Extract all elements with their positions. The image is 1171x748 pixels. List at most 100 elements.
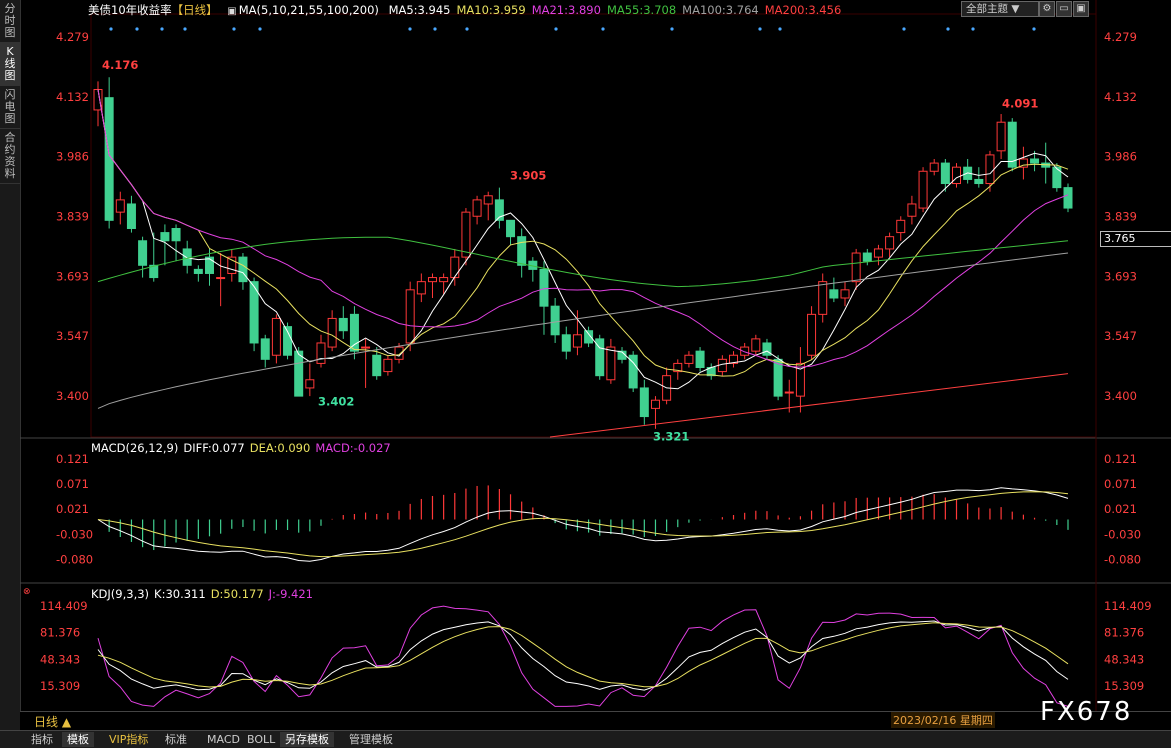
signal-dot bbox=[971, 27, 975, 31]
bottom-tab-2[interactable]: VIP指标 bbox=[104, 732, 153, 747]
candle-up bbox=[996, 121, 1006, 152]
macd-tick-left: -0.030 bbox=[56, 528, 93, 542]
signal-dot bbox=[232, 27, 236, 31]
macd-tick-right: 0.021 bbox=[1104, 502, 1137, 516]
signal-dot bbox=[1032, 27, 1036, 31]
candle-up bbox=[316, 342, 326, 364]
signal-dot bbox=[160, 27, 164, 31]
price-tick-left: 4.279 bbox=[56, 30, 89, 44]
kdj-tick-left: 81.376 bbox=[40, 626, 80, 640]
bottom-tab-3[interactable]: 标准 bbox=[160, 732, 192, 747]
bottom-tab-4[interactable]: MACD bbox=[202, 732, 245, 747]
instrument-title: 美债10年收益率 bbox=[88, 3, 172, 17]
macd-tick-right: 0.121 bbox=[1104, 452, 1137, 466]
ma10-line bbox=[97, 89, 1069, 377]
main-header: 美债10年收益率【日线】 ▣ MA(5,10,21,55,100,200) MA5… bbox=[88, 2, 853, 18]
candle-up bbox=[361, 346, 371, 349]
candle-down bbox=[171, 228, 181, 242]
ma-legend-icon: ▣ bbox=[227, 6, 237, 17]
kdj-close-icon[interactable]: ⊗ bbox=[23, 587, 31, 597]
ma-values: MA5:3.945 MA10:3.959 MA21:3.890 MA55:3.708 M… bbox=[389, 3, 848, 17]
kdj-d-line bbox=[97, 622, 1069, 688]
candle-up bbox=[840, 289, 850, 299]
candle-down bbox=[372, 354, 382, 377]
extreme-label: 4.176 bbox=[102, 58, 138, 72]
candle-down bbox=[182, 248, 192, 266]
candle-up bbox=[807, 313, 817, 356]
macd-tick-left: -0.080 bbox=[56, 553, 93, 567]
candle-down bbox=[550, 305, 560, 336]
candle-down bbox=[349, 313, 359, 352]
price-tick-left: 3.986 bbox=[56, 150, 89, 164]
bottom-tab-0[interactable]: 指标 bbox=[26, 732, 58, 747]
candle-up bbox=[439, 277, 449, 283]
signal-dot bbox=[601, 27, 605, 31]
price-tick-right: 3.693 bbox=[1104, 269, 1137, 283]
candle-down bbox=[294, 350, 304, 397]
price-tick-left: 3.547 bbox=[56, 329, 89, 343]
candle-up bbox=[216, 277, 226, 280]
kdj-header: ⊗ KDJ(9,3,3) K:30.311 D:50.177 J:-9.421 bbox=[23, 587, 313, 601]
ma-value-1: MA10:3.959 bbox=[456, 3, 526, 17]
macd-tick-left: 0.121 bbox=[56, 452, 89, 466]
extreme-label: 3.402 bbox=[318, 394, 354, 408]
extreme-label: 3.905 bbox=[510, 169, 546, 183]
candle-up bbox=[271, 317, 281, 356]
bottom-tab-7[interactable]: 管理模板 bbox=[344, 732, 398, 747]
macd-tick-left: 0.021 bbox=[56, 502, 89, 516]
ma-value-2: MA21:3.890 bbox=[531, 3, 601, 17]
signal-dot bbox=[135, 27, 139, 31]
candle-up bbox=[818, 281, 828, 315]
price-tick-left: 4.132 bbox=[56, 90, 89, 104]
bottom-tab-1[interactable]: 模板 bbox=[62, 732, 94, 747]
kdj-tick-left: 15.309 bbox=[40, 679, 80, 693]
minimize-icon[interactable]: ▭ bbox=[1056, 1, 1072, 17]
candle-up bbox=[461, 211, 471, 258]
period-label[interactable]: 日线 ▲ bbox=[34, 713, 71, 730]
candle-down bbox=[940, 162, 950, 185]
candle-down bbox=[1063, 187, 1073, 209]
macd-tick-right: -0.030 bbox=[1104, 528, 1141, 542]
candle-down bbox=[138, 240, 148, 266]
candle-up bbox=[740, 346, 750, 356]
candle-up bbox=[985, 154, 995, 185]
candle-up bbox=[606, 346, 616, 381]
candle-up bbox=[115, 199, 125, 213]
candle-up bbox=[684, 354, 694, 364]
candle-up bbox=[650, 399, 660, 409]
candle-up bbox=[918, 170, 928, 209]
macd-tick-right: -0.080 bbox=[1104, 553, 1141, 567]
ma-value-4: MA100:3.764 bbox=[682, 3, 759, 17]
candle-up bbox=[929, 162, 939, 172]
price-tick-left: 3.400 bbox=[56, 389, 89, 403]
kdj-tick-right: 48.343 bbox=[1104, 652, 1144, 666]
signal-dot bbox=[258, 27, 262, 31]
candle-down bbox=[160, 232, 170, 242]
extreme-label: 3.321 bbox=[653, 429, 689, 443]
candle-up bbox=[450, 256, 460, 279]
date-axis bbox=[20, 711, 1171, 730]
candle-up bbox=[885, 236, 895, 250]
candle-up bbox=[873, 248, 883, 258]
candle-down bbox=[1030, 158, 1040, 164]
kdj-tick-right: 81.376 bbox=[1104, 626, 1144, 640]
signal-dot bbox=[465, 27, 469, 31]
settings-icon[interactable]: ⚙ bbox=[1039, 1, 1055, 17]
candle-up bbox=[851, 252, 861, 283]
ma-label: MA(5,10,21,55,100,200) bbox=[238, 3, 379, 17]
candle-up bbox=[405, 289, 415, 344]
candle-down bbox=[506, 219, 516, 238]
price-tick-left: 3.839 bbox=[56, 210, 89, 224]
candle-up bbox=[907, 203, 917, 217]
candle-down bbox=[539, 268, 549, 307]
bottom-tab-5[interactable]: BOLL bbox=[242, 732, 280, 747]
bottom-tab-6[interactable]: 另存模板 bbox=[280, 732, 334, 747]
signal-dot bbox=[902, 27, 906, 31]
candle-up bbox=[427, 277, 437, 283]
candle-down bbox=[639, 387, 649, 418]
ma21-line bbox=[97, 89, 1069, 368]
ma200-line bbox=[549, 373, 1069, 438]
macd-tick-left: 0.071 bbox=[56, 477, 89, 491]
theme-select-button[interactable]: 全部主题 ▼ bbox=[961, 1, 1039, 17]
close-icon[interactable]: ▣ bbox=[1073, 1, 1089, 17]
